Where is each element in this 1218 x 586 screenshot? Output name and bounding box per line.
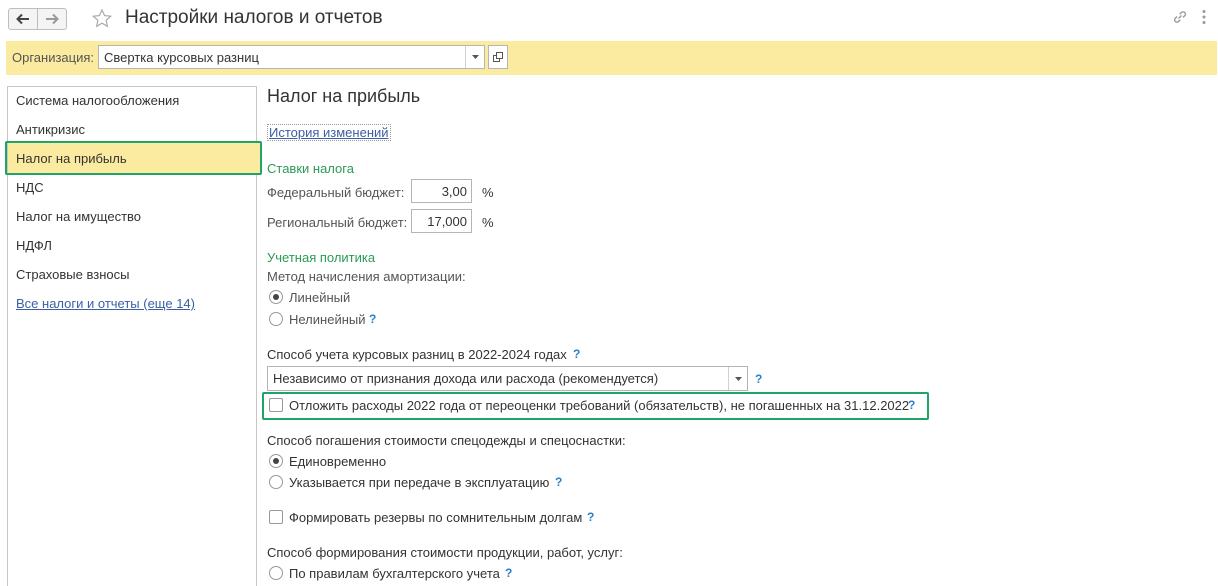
window-title: Настройки налогов и отчетов: [125, 7, 383, 28]
organization-open-button[interactable]: [488, 45, 508, 69]
nav-item-anticrisis[interactable]: Антикризис: [16, 122, 85, 137]
nav-item-ndfl[interactable]: НДФЛ: [16, 238, 52, 253]
fx-select-help-icon[interactable]: ?: [755, 372, 762, 386]
amortization-nonlinear-label[interactable]: Нелинейный: [289, 312, 366, 327]
nav-item-vat[interactable]: НДС: [16, 180, 44, 195]
workwear-once-radio[interactable]: [269, 454, 283, 468]
federal-percent-unit: %: [482, 185, 494, 200]
rates-heading: Ставки налога: [267, 161, 354, 176]
regional-percent-unit: %: [482, 215, 494, 230]
organization-label: Организация:: [12, 50, 95, 65]
amortization-nonlinear-radio[interactable]: [269, 312, 283, 326]
more-menu-icon[interactable]: [1201, 9, 1207, 25]
fx-differences-help-icon[interactable]: ?: [573, 347, 580, 361]
nav-item-property-tax[interactable]: Налог на имущество: [16, 209, 141, 224]
defer-expenses-label[interactable]: Отложить расходы 2022 года от переоценки…: [289, 398, 909, 413]
amortization-help-icon[interactable]: ?: [369, 312, 376, 326]
organization-value: Свертка курсовых разниц: [104, 50, 259, 65]
open-window-icon: [493, 52, 503, 62]
fx-differences-label: Способ учета курсовых разниц в 2022-2024…: [267, 347, 567, 362]
reserves-help-icon[interactable]: ?: [587, 510, 594, 524]
workwear-transfer-label[interactable]: Указывается при передаче в эксплуатацию: [289, 475, 549, 490]
organization-dropdown-button[interactable]: [465, 46, 484, 68]
workwear-help-icon[interactable]: ?: [555, 475, 562, 489]
cost-accounting-radio[interactable]: [269, 566, 283, 580]
defer-expenses-checkbox[interactable]: [269, 398, 283, 412]
defer-expenses-help-icon[interactable]: ?: [908, 398, 915, 412]
amortization-label: Метод начисления амортизации:: [267, 269, 466, 284]
cost-help-icon[interactable]: ?: [505, 566, 512, 580]
chevron-down-icon: [734, 376, 742, 381]
link-icon[interactable]: [1172, 9, 1188, 25]
workwear-label: Способ погашения стоимости спецодежды и …: [267, 433, 626, 448]
forward-button[interactable]: [37, 8, 67, 30]
nav-all-taxes-link[interactable]: Все налоги и отчеты (еще 14): [16, 296, 195, 311]
regional-rate-input[interactable]: 17,000: [411, 209, 472, 233]
reserves-checkbox[interactable]: [269, 510, 283, 524]
federal-rate-input[interactable]: 3,00: [411, 179, 472, 203]
section-title: Налог на прибыль: [267, 86, 421, 106]
nav-item-profit-tax[interactable]: Налог на прибыль: [16, 151, 127, 166]
nav-item-tax-system[interactable]: Система налогообложения: [16, 93, 179, 108]
fx-differences-value: Независимо от признания дохода или расхо…: [273, 371, 659, 386]
cost-method-label: Способ формирования стоимости продукции,…: [267, 545, 623, 560]
favorite-star-icon[interactable]: [92, 9, 112, 28]
regional-budget-label: Региональный бюджет:: [267, 215, 408, 230]
chevron-down-icon: [471, 55, 479, 59]
arrow-left-icon: [16, 13, 29, 25]
policy-heading: Учетная политика: [267, 250, 376, 265]
back-button[interactable]: [8, 8, 38, 30]
amortization-linear-radio[interactable]: [269, 290, 283, 304]
workwear-once-label[interactable]: Единовременно: [289, 454, 386, 469]
amortization-linear-label[interactable]: Линейный: [289, 290, 350, 305]
fx-differences-dropdown-button[interactable]: [728, 367, 747, 390]
cost-accounting-label[interactable]: По правилам бухгалтерского учета: [289, 566, 500, 581]
reserves-label[interactable]: Формировать резервы по сомнительным долг…: [289, 510, 582, 525]
history-link[interactable]: История изменений: [267, 124, 391, 141]
workwear-transfer-radio[interactable]: [269, 475, 283, 489]
nav-item-insurance[interactable]: Страховые взносы: [16, 267, 129, 282]
federal-budget-label: Федеральный бюджет:: [267, 185, 405, 200]
arrow-right-icon: [46, 13, 59, 25]
